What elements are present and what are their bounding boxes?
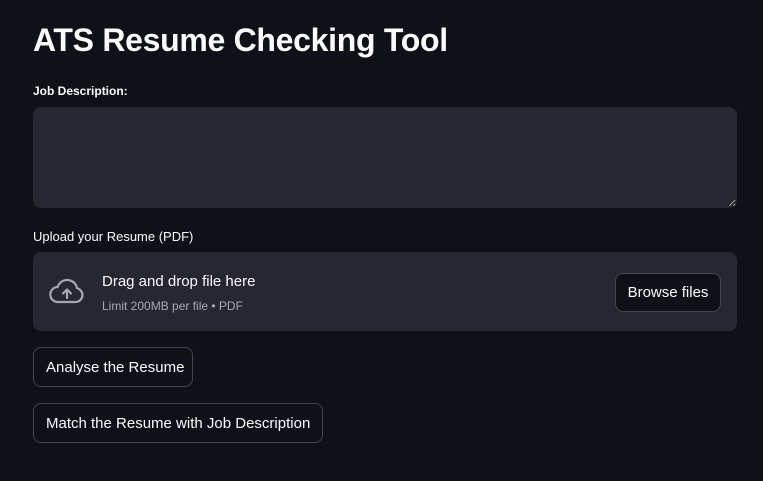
dropzone-limit-text: Limit 200MB per file • PDF <box>102 299 243 313</box>
browse-files-button[interactable]: Browse files <box>615 273 721 312</box>
match-resume-button[interactable]: Match the Resume with Job Description <box>33 403 323 443</box>
dropzone-title: Drag and drop file here <box>102 273 256 290</box>
job-description-input[interactable] <box>33 107 737 208</box>
page-title: ATS Resume Checking Tool <box>33 22 448 58</box>
app-page: ATS Resume Checking Tool Job Description… <box>0 0 763 481</box>
job-description-label: Job Description: <box>33 84 128 98</box>
upload-resume-label: Upload your Resume (PDF) <box>33 229 194 244</box>
file-dropzone[interactable]: Drag and drop file here Limit 200MB per … <box>33 252 737 331</box>
cloud-upload-icon <box>49 278 84 304</box>
analyse-resume-button[interactable]: Analyse the Resume <box>33 347 193 387</box>
